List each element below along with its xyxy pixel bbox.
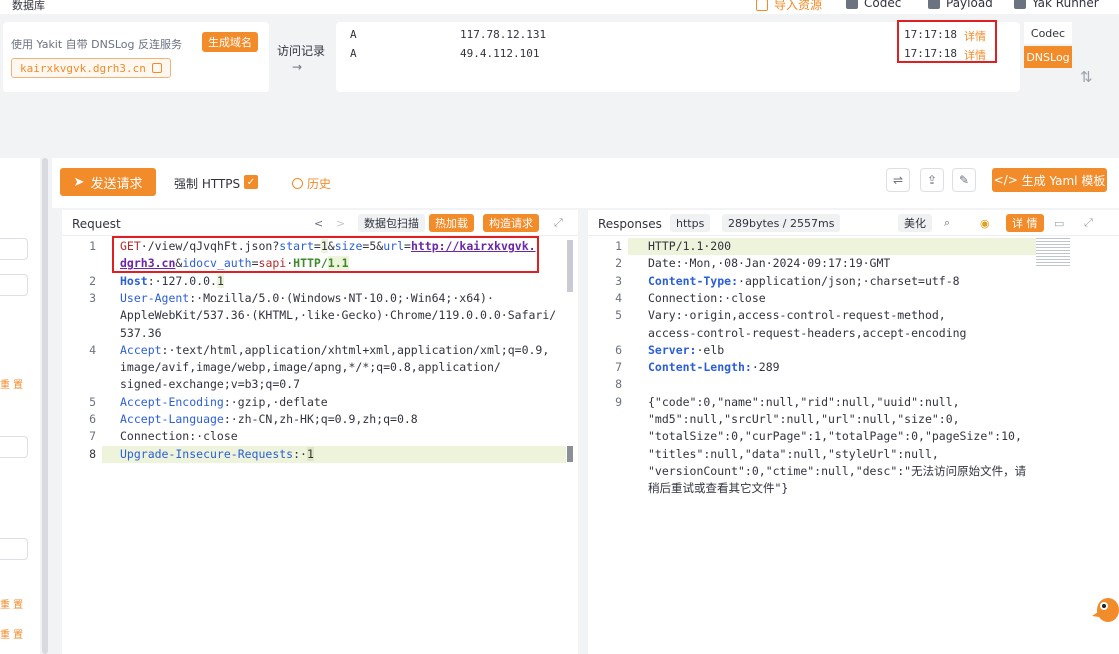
editor-scrollbar[interactable] xyxy=(567,240,573,292)
page-title: 数据库 xyxy=(12,0,45,12)
mascot-icon[interactable] xyxy=(1090,590,1119,630)
header-accept-encoding: Accept-Encoding:·gzip,·deflate xyxy=(120,394,328,409)
expand-icon[interactable]: ⤢ xyxy=(548,214,569,232)
visit-records-label: 访问记录 xyxy=(277,44,326,58)
detail-button[interactable]: 详 情 xyxy=(1006,214,1044,232)
browser-icon[interactable]: ◉ xyxy=(974,214,996,232)
record-ip: 49.4.112.101 xyxy=(460,47,540,60)
request-title: Request xyxy=(72,217,121,231)
editor-minimap[interactable] xyxy=(1036,238,1070,266)
expand-icon[interactable]: ⤢ xyxy=(1078,214,1099,232)
export-icon[interactable]: ⇪ xyxy=(920,168,944,192)
response-size-tag: 289bytes / 2557ms xyxy=(722,214,841,232)
editor-scrollbar-marker xyxy=(567,446,573,462)
dnslog-domain[interactable]: kairxkvgvk.dgrh3.cn xyxy=(11,58,171,78)
construct-request-button[interactable]: 构造请求 xyxy=(483,214,539,232)
side-tabs: Codec DNSLog xyxy=(1024,22,1072,68)
comment-icon[interactable]: ▭ xyxy=(1048,214,1070,232)
search-icon[interactable]: ⌕ xyxy=(938,214,956,232)
highlight-box xyxy=(112,236,539,273)
request-toolbar: ➤ 发送请求 强制 HTTPS ✓ 历史 ⇌ ⇪ ✎ </> 生成 Yaml 模… xyxy=(52,158,1119,208)
copy-icon[interactable] xyxy=(151,63,162,73)
settings-input[interactable] xyxy=(0,436,28,458)
dnslog-description: 使用 Yakit 自带 DNSLog 反连服务 xyxy=(11,38,182,51)
scheme-tag: https xyxy=(670,214,711,232)
force-https-label: 强制 HTTPS xyxy=(174,177,241,191)
header-connection: Connection:·close xyxy=(120,429,238,444)
header-upgrade-insecure: Upgrade-Insecure-Requests:·1 xyxy=(120,446,314,461)
hot-load-button[interactable]: 热加载 xyxy=(429,214,474,232)
send-request-button[interactable]: ➤ 发送请求 xyxy=(60,168,156,196)
header-accept-language: Accept-Language:·zh-CN,zh-HK;q=0.9,zh;q=… xyxy=(120,412,418,426)
request-pane: Request < > 数据包扫描 热加载 构造请求 ⤢ 1 GET·/view… xyxy=(62,210,578,654)
next-icon[interactable]: > xyxy=(330,214,351,232)
reset-button[interactable]: 重 置 xyxy=(0,376,23,391)
generate-domain-button[interactable]: 生成域名 xyxy=(202,32,258,52)
settings-input[interactable] xyxy=(0,274,28,296)
response-pane-header: Responses https 289bytes / 2557ms 美化 ⌕ ◉… xyxy=(588,210,1119,236)
codec-icon xyxy=(846,0,858,9)
header-user-agent: User-Agent:·Mozilla/5.0·(Windows·NT·10.0… xyxy=(120,290,494,305)
force-https-checkbox[interactable]: ✓ xyxy=(244,175,258,189)
settings-input[interactable] xyxy=(0,538,28,560)
left-scrollbar[interactable] xyxy=(42,158,48,654)
record-type: A xyxy=(350,47,357,60)
record-type: A xyxy=(350,28,357,41)
header-accept: Accept:·text/html,application/xhtml+xml,… xyxy=(120,342,550,357)
clock-icon xyxy=(292,178,303,189)
beautify-button[interactable]: 美化 xyxy=(898,214,932,232)
prev-icon[interactable]: < xyxy=(308,214,329,232)
payload-button[interactable]: Payload xyxy=(928,0,993,10)
generate-yaml-button[interactable]: </> 生成 Yaml 模板 xyxy=(992,168,1107,192)
dnslog-panel: 使用 Yakit 自带 DNSLog 反连服务 生成域名 kairxkvgvk.… xyxy=(3,22,269,92)
header-host: Host:·127.0.0.1 xyxy=(120,273,224,288)
send-icon: ➤ xyxy=(73,174,85,190)
top-bar: 数据库 导入资源 Codec Payload Yak Runner xyxy=(0,0,1119,14)
settings-input[interactable] xyxy=(0,238,28,260)
reset-button[interactable]: 重 置 xyxy=(0,596,23,611)
payload-icon xyxy=(928,0,940,9)
codec-button[interactable]: Codec xyxy=(846,0,901,10)
packet-scan-button[interactable]: 数据包扫描 xyxy=(358,214,425,232)
import-icon xyxy=(756,0,768,11)
arrow-right-icon: → xyxy=(292,60,303,74)
history-button[interactable]: 历史 xyxy=(292,175,331,192)
yak-runner-button[interactable]: Yak Runner xyxy=(1014,0,1099,10)
reset-button[interactable]: 重 置 xyxy=(0,626,23,641)
record-ip: 117.78.12.131 xyxy=(460,28,547,41)
edit-icon[interactable]: ✎ xyxy=(952,168,976,192)
left-settings-panel: 重 置 重 置 重 置 xyxy=(0,158,40,654)
highlight-box xyxy=(897,20,997,63)
import-resource-button[interactable]: 导入资源 xyxy=(756,0,822,13)
request-pane-header: Request < > 数据包扫描 热加载 构造请求 ⤢ xyxy=(62,210,578,236)
tab-codec[interactable]: Codec xyxy=(1024,22,1072,44)
sort-icon[interactable]: ⇅ xyxy=(1080,68,1093,86)
terminal-icon xyxy=(1014,0,1026,9)
tab-dnslog[interactable]: DNSLog xyxy=(1024,46,1072,68)
response-pane: Responses https 289bytes / 2557ms 美化 ⌕ ◉… xyxy=(588,210,1119,654)
response-title: Responses xyxy=(598,217,662,231)
share-icon[interactable]: ⇌ xyxy=(886,168,910,192)
